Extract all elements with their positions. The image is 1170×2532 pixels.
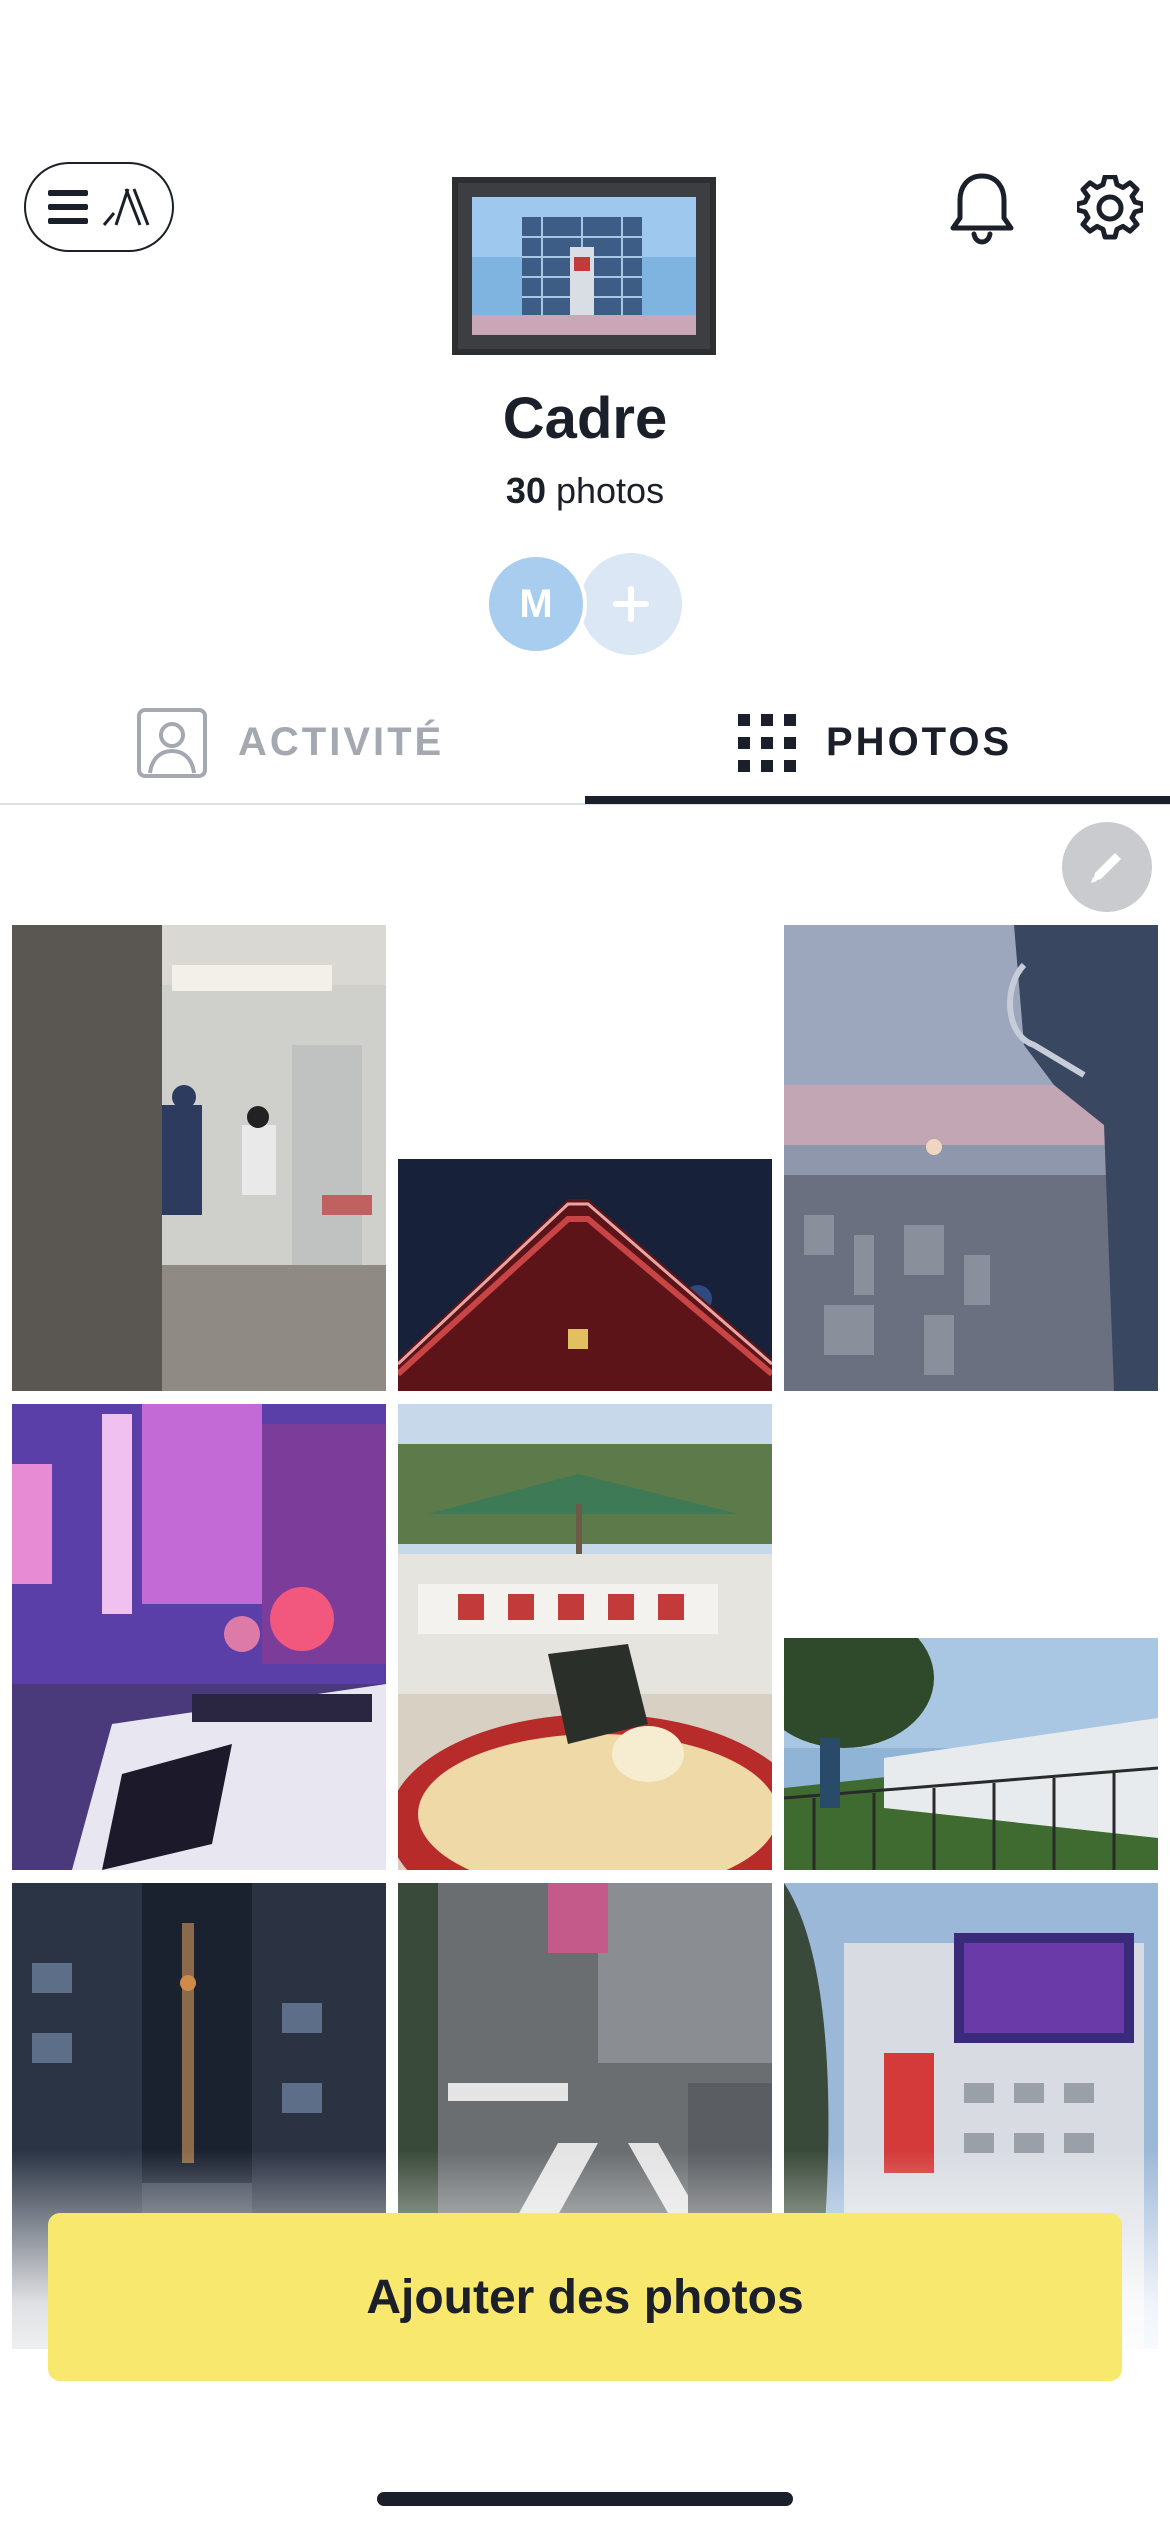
tab-bar: ACTIVITÉ PHOTOS	[0, 680, 1170, 805]
home-indicator	[377, 2492, 793, 2506]
tab-photos[interactable]: PHOTOS	[738, 680, 1012, 805]
photo-city-skyline	[784, 925, 1158, 1391]
photo-ramen	[398, 1404, 772, 1870]
frame-thumbnail[interactable]	[452, 177, 716, 355]
tab-photos-label: PHOTOS	[826, 720, 1013, 764]
active-tab-indicator	[585, 796, 1170, 804]
frame-title: Cadre	[502, 386, 668, 451]
photo-tile[interactable]	[398, 1404, 772, 1870]
photo-count: 30 photos	[0, 470, 1170, 512]
notifications-button[interactable]	[942, 168, 1022, 248]
tab-activity[interactable]: ACTIVITÉ	[136, 680, 444, 805]
photo-count-number: 30	[505, 470, 546, 511]
photo-neon-street	[12, 1404, 386, 1870]
photo-tile[interactable]	[784, 1638, 1158, 1870]
person-icon	[137, 707, 207, 778]
photo-tile[interactable]	[784, 925, 1158, 1391]
menu-button[interactable]	[24, 162, 174, 252]
logo-icon	[102, 188, 150, 226]
add-member-button[interactable]	[580, 553, 682, 655]
hamburger-icon	[48, 190, 88, 224]
member-avatar[interactable]: M	[485, 553, 587, 655]
frame-image	[452, 177, 716, 355]
photo-subway-station	[12, 925, 386, 1391]
edit-button[interactable]	[1062, 822, 1152, 912]
plus-icon	[613, 586, 649, 622]
photo-white-house	[784, 1638, 1158, 1870]
bell-icon	[950, 173, 1014, 245]
settings-button[interactable]	[1070, 168, 1150, 248]
grid-icon	[738, 713, 796, 772]
photo-count-unit: photos	[555, 470, 665, 511]
photo-tile[interactable]	[398, 1159, 772, 1391]
pencil-icon	[1091, 853, 1121, 883]
gear-icon	[1077, 175, 1143, 240]
tab-activity-label: ACTIVITÉ	[238, 720, 445, 764]
photo-tile[interactable]	[12, 1404, 386, 1870]
photo-temple-roof	[398, 1159, 772, 1391]
add-photos-button[interactable]: Ajouter des photos	[48, 2213, 1122, 2381]
photo-tile[interactable]	[12, 925, 386, 1391]
